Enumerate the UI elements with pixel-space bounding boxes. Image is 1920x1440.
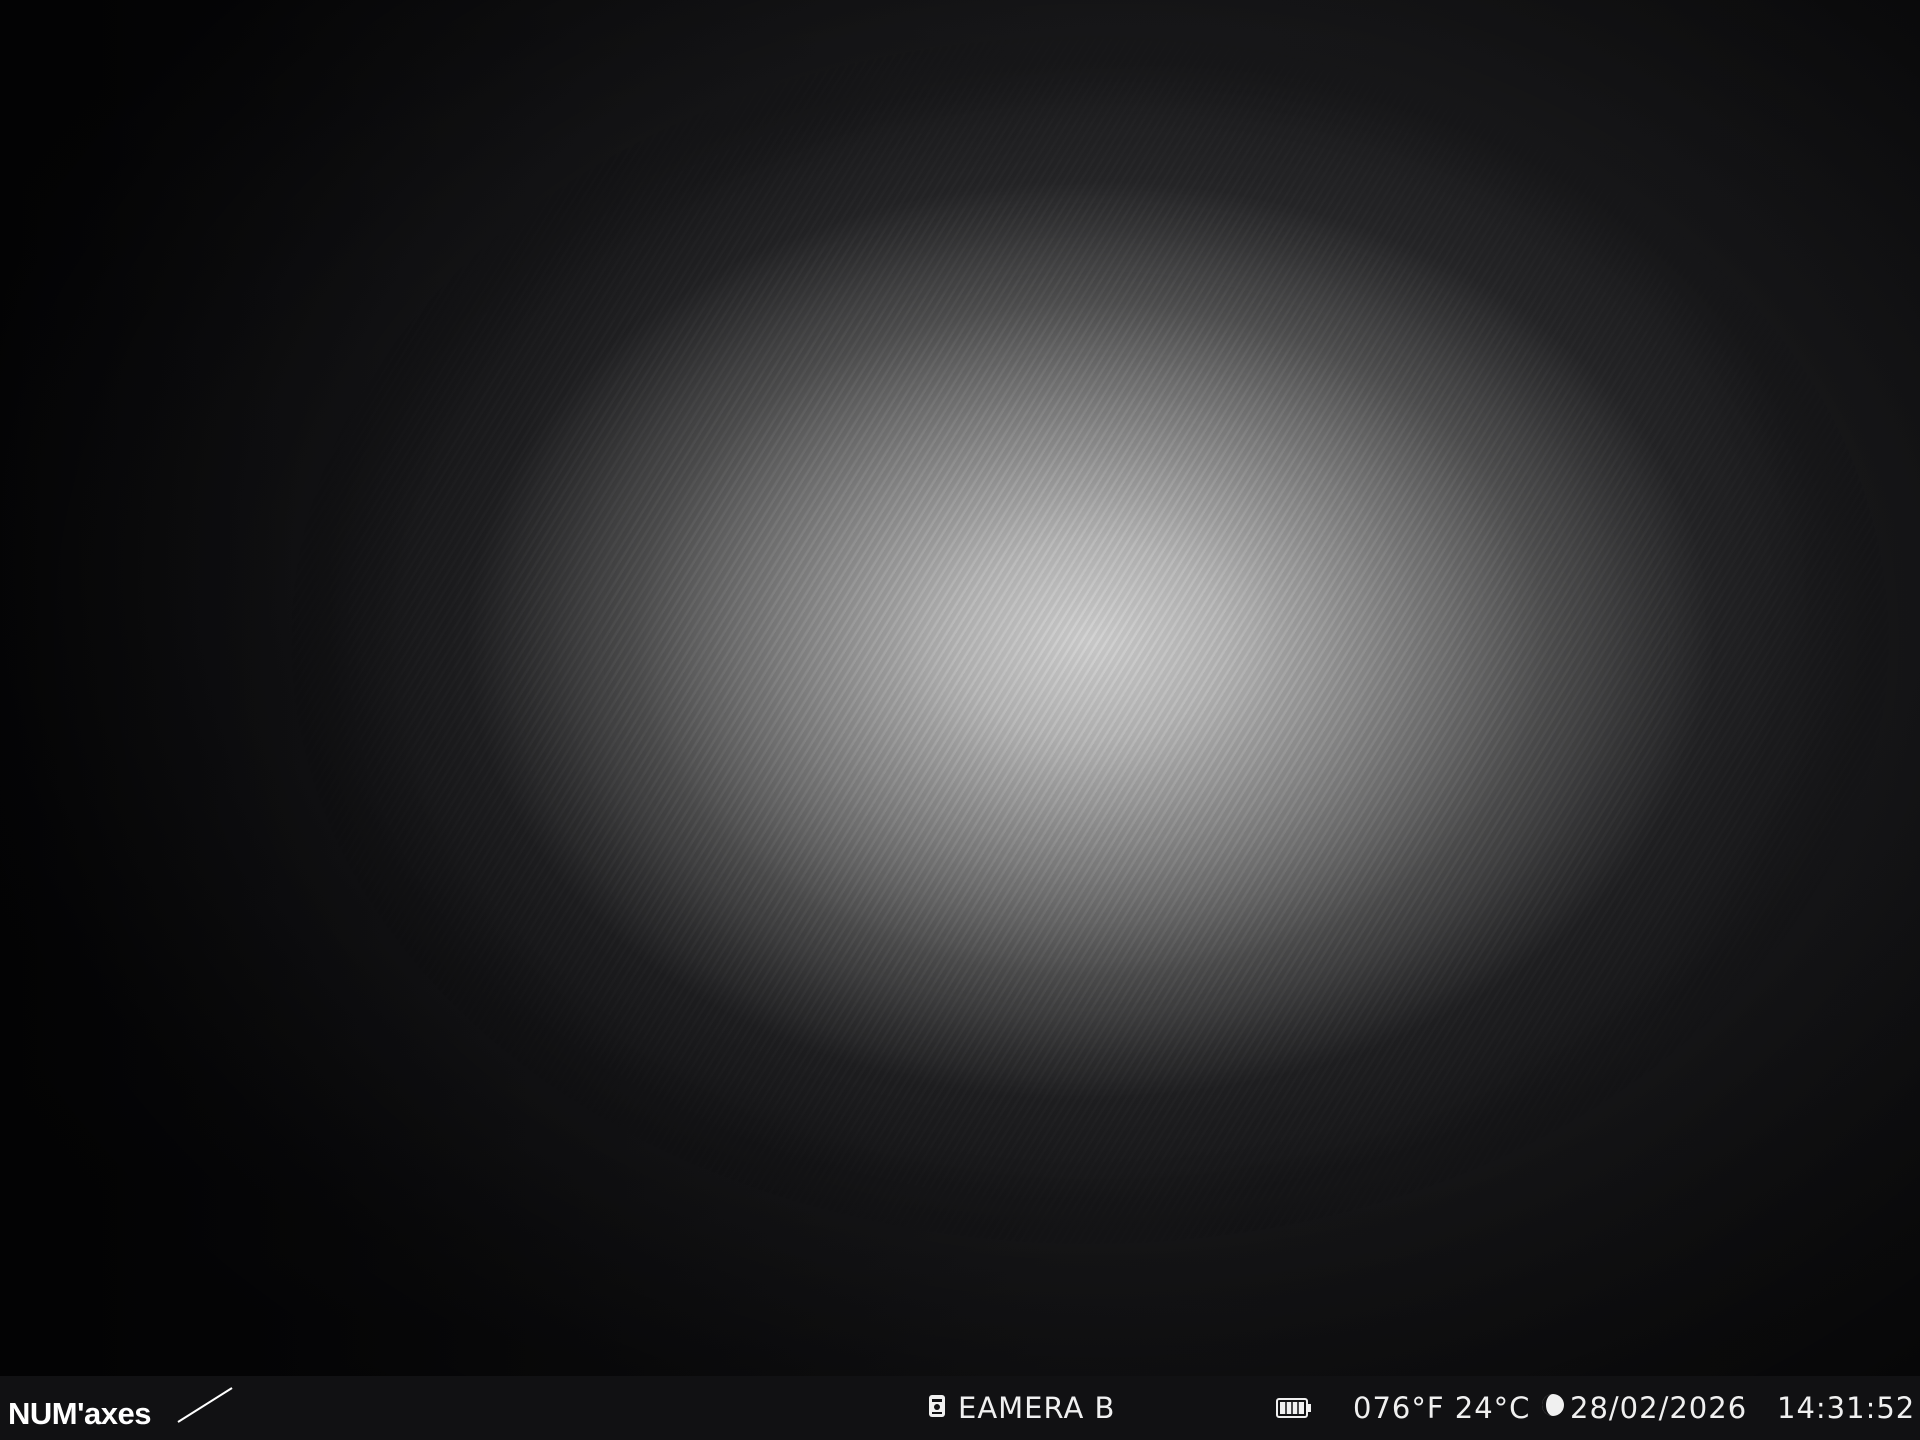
- info-overlay-bar: NUM'axes EAMERA B 076°F 24°C 28/02/2026 …: [0, 1376, 1920, 1440]
- date-readout: 28/02/2026: [1540, 1390, 1747, 1426]
- date-text: 28/02/2026: [1570, 1391, 1748, 1425]
- camera-label: EAMERA B: [928, 1390, 1115, 1426]
- battery-indicator: [1276, 1390, 1312, 1426]
- trail-camera-frame: NUM'axes EAMERA B 076°F 24°C 28/02/2026 …: [0, 0, 1920, 1440]
- battery-icon: [1276, 1398, 1311, 1418]
- logo-swoosh-icon: [177, 1387, 233, 1423]
- brand-logo-text: NUM'axes: [8, 1396, 151, 1431]
- time-readout: 14:31:52: [1777, 1391, 1916, 1425]
- brand-logo: NUM'axes: [8, 1382, 233, 1434]
- moon-phase-icon: [1540, 1391, 1566, 1425]
- camera-name: EAMERA B: [958, 1391, 1116, 1425]
- temperature-readout: 076°F 24°C: [1353, 1391, 1531, 1425]
- vignette: [0, 0, 1920, 1376]
- camera-icon: [928, 1391, 946, 1425]
